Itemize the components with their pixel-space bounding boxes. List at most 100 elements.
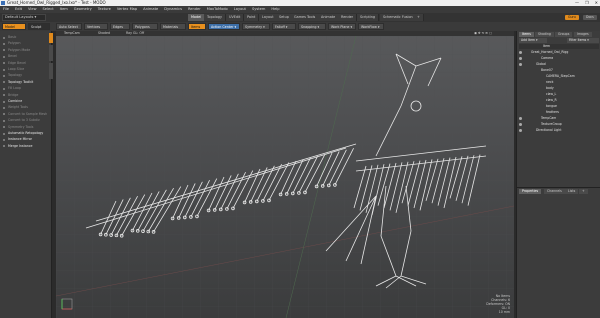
item-tree-row[interactable]: Great_Horned_Owl_Rigg xyxy=(517,50,600,55)
item-tree-row[interactable]: claw_L xyxy=(517,92,600,97)
polygons-select-button[interactable]: Polygons xyxy=(132,23,158,30)
menu-maxtomodo[interactable]: MaxToModo xyxy=(204,6,231,13)
3d-viewport[interactable]: No Items Channels: 6 Deformers: ON GL: 0… xyxy=(56,36,514,318)
item-tree-row[interactable]: CAMERA_StepCam xyxy=(517,74,600,79)
visibility-eye-icon[interactable] xyxy=(519,117,522,120)
tab-paint[interactable]: Paint xyxy=(244,14,260,21)
tab-images[interactable]: Images xyxy=(574,32,592,37)
item-tree-row[interactable]: claw_R xyxy=(517,98,600,103)
materials-select-button[interactable]: Materials xyxy=(160,23,186,30)
tool-item-icon xyxy=(3,81,5,84)
item-tree-label: neck xyxy=(546,80,554,84)
viewport-scene[interactable] xyxy=(56,36,514,318)
visibility-eye-icon[interactable] xyxy=(519,57,522,60)
tool-item[interactable]: Merge Instance xyxy=(3,144,49,149)
tool-item-icon xyxy=(3,55,5,58)
tool-item[interactable]: Topology xyxy=(3,73,49,78)
tool-item[interactable]: Polygon Mode xyxy=(3,48,49,53)
item-tree-row[interactable]: TextureGroup xyxy=(517,122,600,127)
menu-vertex-map[interactable]: Vertex Map xyxy=(114,6,140,13)
tab-channels[interactable]: Channels xyxy=(544,189,565,194)
tab-groups[interactable]: Groups xyxy=(555,32,573,37)
menu-view[interactable]: View xyxy=(25,6,40,13)
symmetry-dropdown[interactable]: Symmetry ▾ xyxy=(242,23,270,30)
workflow-dropdown[interactable]: WorkFlow ▾ xyxy=(358,23,384,30)
item-tree-row[interactable]: tongue xyxy=(517,104,600,109)
tool-item[interactable]: Instance Mirror xyxy=(3,137,49,142)
edges-select-button[interactable]: Edges xyxy=(110,23,130,30)
tool-item[interactable]: Bevel xyxy=(3,54,49,59)
visibility-eye-icon[interactable] xyxy=(519,129,522,132)
menu-animate[interactable]: Animate xyxy=(140,6,161,13)
add-item-dropdown[interactable]: Add Item ▾ xyxy=(519,38,547,43)
tool-item[interactable]: Fill Loop xyxy=(3,86,49,91)
left-panel-tab[interactable] xyxy=(49,63,53,79)
item-tree-row[interactable]: body xyxy=(517,86,600,91)
tab-uvedit[interactable]: UVEdit xyxy=(226,14,245,21)
visibility-eye-icon[interactable] xyxy=(519,63,522,66)
tab-scripting[interactable]: Scripting xyxy=(357,14,380,21)
tab-games-tools[interactable]: Games Tools xyxy=(291,14,320,21)
tool-item[interactable]: Combine xyxy=(3,99,49,104)
layout-selector[interactable]: Default Layouts ▾ xyxy=(2,14,46,21)
tool-item[interactable]: Edge Bevel xyxy=(3,61,49,66)
tool-item[interactable]: Convert to 3 Subdiv xyxy=(3,118,49,123)
menu-dynamics[interactable]: Dynamics xyxy=(161,6,185,13)
menu-geometry[interactable]: Geometry xyxy=(71,6,95,13)
tool-item[interactable]: Weight Tools xyxy=(3,105,49,110)
tool-item[interactable]: Polygon xyxy=(3,41,49,46)
menu-select[interactable]: Select xyxy=(40,6,57,13)
auto-select-button[interactable]: Auto Select xyxy=(56,23,82,30)
item-tree-row[interactable]: Bone07 xyxy=(517,68,600,73)
filter-items-dropdown[interactable]: Filter Items ▾ xyxy=(567,38,599,43)
falloff-dropdown[interactable]: Falloff ▾ xyxy=(272,23,296,30)
item-tree-row[interactable]: neck xyxy=(517,80,600,85)
tab-animate[interactable]: Animate xyxy=(318,14,340,21)
menu-system[interactable]: System xyxy=(249,6,268,13)
menu-help[interactable]: Help xyxy=(268,6,282,13)
tab-topology[interactable]: Topology xyxy=(204,14,226,21)
tab-render[interactable]: Render xyxy=(338,14,358,21)
left-panel-tab-active[interactable] xyxy=(49,33,53,43)
tool-item[interactable]: Convert to Sample Mesh xyxy=(3,112,49,117)
tab-model[interactable]: Model xyxy=(188,14,206,21)
menu-item[interactable]: Item xyxy=(57,6,71,13)
action-center-dropdown[interactable]: Action Center ▾ xyxy=(208,23,240,30)
items-select-button[interactable]: Items xyxy=(188,23,206,30)
menu-file[interactable]: File xyxy=(0,6,12,13)
docs-button[interactable]: Docs xyxy=(583,15,597,20)
tab-shading[interactable]: Shading xyxy=(535,32,554,37)
model-mode-button[interactable]: Model xyxy=(2,23,26,30)
tab-items[interactable]: Items xyxy=(519,32,534,37)
menu-layout[interactable]: Layout xyxy=(231,6,249,13)
add-panel-tab-button[interactable]: + xyxy=(579,189,588,194)
tab-properties[interactable]: Properties xyxy=(519,189,542,194)
snapping-dropdown[interactable]: Snapping ▾ xyxy=(298,23,326,30)
user-button[interactable]: Guru xyxy=(565,15,579,20)
menu-render[interactable]: Render xyxy=(185,6,204,13)
item-tree-row[interactable]: TempCam xyxy=(517,116,600,121)
tool-item[interactable]: Automatic Retopology xyxy=(3,131,49,136)
tool-item-icon xyxy=(3,94,5,97)
tab-layout[interactable]: Layout xyxy=(259,14,278,21)
left-panel-tab[interactable] xyxy=(49,45,53,61)
tool-item[interactable]: Topology Toolkit xyxy=(3,80,49,85)
vertices-select-button[interactable]: Vertices xyxy=(84,23,108,30)
item-tree-row[interactable]: Camera xyxy=(517,56,600,61)
tab-lists[interactable]: Lists xyxy=(565,189,579,194)
menu-edit[interactable]: Edit xyxy=(12,6,25,13)
visibility-eye-icon[interactable] xyxy=(519,123,522,126)
add-layout-tab-button[interactable]: + xyxy=(414,14,424,21)
tool-item[interactable]: Loop Slice xyxy=(3,67,49,72)
menu-texture[interactable]: Texture xyxy=(95,6,114,13)
tab-schematic-fusion[interactable]: Schematic Fusion xyxy=(380,14,417,21)
item-tree-row[interactable]: Global xyxy=(517,62,600,67)
tool-item[interactable]: Bridge xyxy=(3,93,49,98)
item-tree-row[interactable]: Directional Light xyxy=(517,128,600,133)
work-plane-dropdown[interactable]: Work Plane ▾ xyxy=(328,23,356,30)
tool-item[interactable]: Basic xyxy=(3,35,49,40)
visibility-eye-icon[interactable] xyxy=(519,51,522,54)
sculpt-mode-button[interactable]: Sculpt xyxy=(28,23,50,30)
item-tree-row[interactable]: feathers xyxy=(517,110,600,115)
tool-item[interactable]: Symmetry Tools xyxy=(3,125,49,130)
